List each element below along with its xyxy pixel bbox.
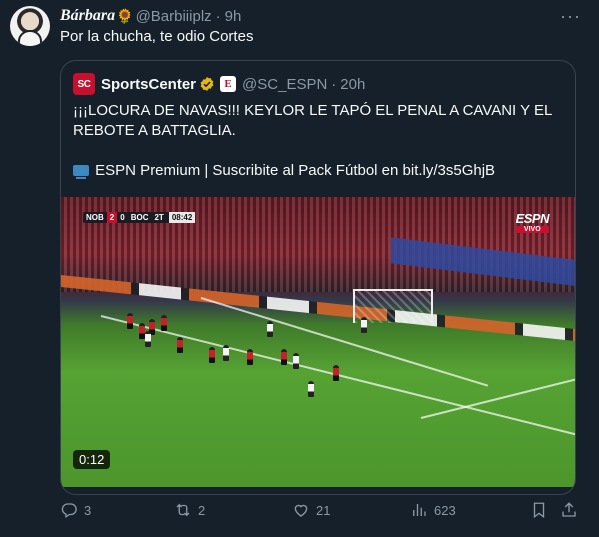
player [177,337,183,353]
tweet-time[interactable]: 9h [225,8,242,25]
views-icon [413,504,426,516]
player [145,331,151,347]
match-period: 2T [154,213,164,222]
quoted-tweet[interactable]: SC SportsCenter E @SC_ESPN · 20h ¡¡¡LOCU… [60,60,576,495]
author-handle[interactable]: @Barbiiiplz [136,8,212,25]
view-count: 623 [434,502,456,518]
player [209,347,215,363]
quote-avatar[interactable]: SC [73,73,95,95]
views-button[interactable]: 623 [410,498,456,522]
separator: · [215,7,221,25]
quote-header: SC SportsCenter E @SC_ESPN · 20h [73,73,365,95]
video-player[interactable]: NOB 2 0 BOC 2T 08:42 ESPN VIVO 0:12 [61,197,575,487]
bookmark-button[interactable] [530,498,554,522]
quote-promo: ESPN Premium | Suscribite al Pack Fútbol… [73,161,568,181]
tv-icon [73,165,89,179]
player [267,321,273,337]
quote-handle: @SC_ESPN [242,75,328,93]
repost-count: 2 [198,502,206,518]
repost-button[interactable]: 2 [174,498,205,522]
player [281,349,287,365]
live-badge: VIVO [515,226,549,233]
repost-icon [176,503,190,517]
player [333,365,339,381]
reply-count: 3 [84,502,92,518]
home-team: NOB [86,213,104,222]
player [223,345,229,361]
home-score: 2 [106,212,118,223]
player [361,317,367,333]
affiliate-badge[interactable]: E [220,76,237,92]
like-button[interactable]: 21 [292,498,330,522]
more-icon[interactable]: ··· [560,6,581,27]
quote-text: ¡¡¡LOCURA DE NAVAS!!! KEYLOR LE TAPÓ EL … [73,101,568,201]
player [293,353,299,369]
share-button[interactable] [560,498,584,522]
match-clock: 08:42 [168,212,196,223]
quote-headline: ¡¡¡LOCURA DE NAVAS!!! KEYLOR LE TAPÓ EL … [73,102,552,139]
share-icon [562,502,576,517]
avatar[interactable] [10,6,50,46]
video-duration: 0:12 [73,450,111,469]
tweet-header: Bárbara 🌻 @Barbiiiplz · 9h [60,6,241,26]
away-score: 0 [120,213,125,222]
reply-icon [61,503,77,519]
verified-icon [200,77,214,91]
like-icon [294,504,308,517]
pitch-line [420,378,575,419]
quote-author-name[interactable]: SportsCenter [101,76,196,93]
action-bar: 3 2 21 623 [60,498,580,522]
player [308,381,314,397]
tweet-text: Por la chucha, te odio Cortes [60,28,254,45]
like-count: 21 [316,502,331,518]
author-emoji: 🌻 [116,7,134,24]
network-logo: ESPN VIVO [515,211,550,233]
player [127,313,133,329]
scoreboard: NOB 2 0 BOC 2T 08:42 [83,212,196,223]
player [161,315,167,331]
away-team: BOC [130,213,149,222]
separator: · [331,75,337,93]
player [247,349,253,365]
author-name[interactable]: Bárbara [60,7,115,25]
quote-promo-text: ESPN Premium | Suscribite al Pack Fútbol… [95,162,496,179]
quote-time: 20h [340,75,366,93]
bookmark-icon [533,502,545,519]
reply-button[interactable]: 3 [60,498,91,522]
network-name: ESPN [515,211,550,226]
